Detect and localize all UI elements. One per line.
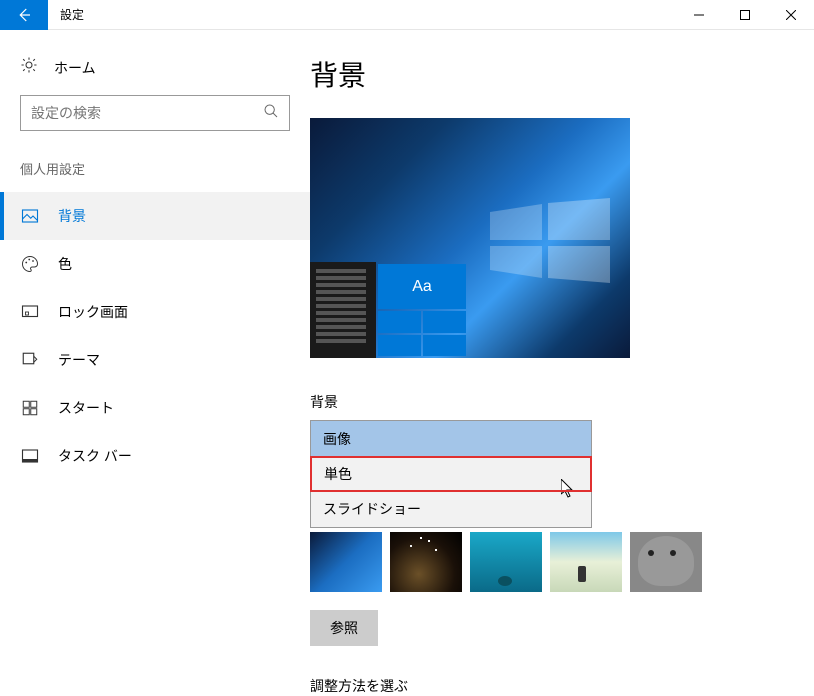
sidebar-item-label: 色 xyxy=(58,254,72,274)
fit-field-label: 調整方法を選ぶ xyxy=(310,676,774,696)
titlebar: 設定 xyxy=(0,0,814,30)
section-heading: 個人用設定 xyxy=(0,159,310,192)
gear-icon xyxy=(20,56,38,79)
home-label: ホーム xyxy=(54,58,96,78)
sidebar-item-label: タスク バー xyxy=(58,446,132,466)
preview-tile-sample: Aa xyxy=(378,264,466,309)
sidebar-item-label: ロック画面 xyxy=(58,302,128,322)
minimize-button[interactable] xyxy=(676,0,722,30)
sidebar-item-label: テーマ xyxy=(58,350,100,370)
sidebar-item-label: スタート xyxy=(58,398,114,418)
dropdown-option-picture[interactable]: 画像 xyxy=(311,421,591,457)
search-icon xyxy=(263,103,279,124)
minimize-icon xyxy=(694,10,704,20)
preview-start-menu xyxy=(310,262,376,358)
taskbar-icon xyxy=(20,447,40,465)
thumbnail-5[interactable] xyxy=(630,532,702,592)
sidebar-item-label: 背景 xyxy=(58,206,86,226)
sidebar-item-taskbar[interactable]: タスク バー xyxy=(0,432,310,480)
sidebar-item-background[interactable]: 背景 xyxy=(0,192,310,240)
page-title: 背景 xyxy=(310,54,774,94)
thumbnail-4[interactable] xyxy=(550,532,622,592)
search-box[interactable] xyxy=(20,95,290,131)
desktop-preview: Aa xyxy=(310,118,630,358)
window-title: 設定 xyxy=(48,6,84,23)
dropdown-option-slideshow[interactable]: スライドショー xyxy=(311,491,591,527)
screen-icon xyxy=(20,303,40,321)
dropdown-option-solid-color[interactable]: 単色 xyxy=(310,456,592,492)
sidebar-item-colors[interactable]: 色 xyxy=(0,240,310,288)
thumbnail-1[interactable] xyxy=(310,532,382,592)
sidebar-item-themes[interactable]: テーマ xyxy=(0,336,310,384)
home-link[interactable]: ホーム xyxy=(0,50,310,95)
thumbnail-2[interactable] xyxy=(390,532,462,592)
sidebar-item-lock-screen[interactable]: ロック画面 xyxy=(0,288,310,336)
main-panel: 背景 Aa xyxy=(310,30,814,674)
background-type-dropdown[interactable]: 画像 単色 スライドショー xyxy=(310,420,592,528)
window-controls xyxy=(676,0,814,30)
thumbnail-3[interactable] xyxy=(470,532,542,592)
close-icon xyxy=(786,10,796,20)
start-icon xyxy=(20,399,40,417)
arrow-left-icon xyxy=(15,6,33,24)
browse-button[interactable]: 参照 xyxy=(310,610,378,646)
palette-icon xyxy=(20,255,40,273)
brush-icon xyxy=(20,351,40,369)
maximize-button[interactable] xyxy=(722,0,768,30)
background-field-label: 背景 xyxy=(310,392,774,412)
recent-images xyxy=(310,532,774,592)
image-icon xyxy=(20,207,40,225)
sidebar-item-start[interactable]: スタート xyxy=(0,384,310,432)
close-button[interactable] xyxy=(768,0,814,30)
search-input[interactable] xyxy=(31,105,263,121)
windows-logo-icon xyxy=(490,198,610,283)
sidebar: ホーム 個人用設定 背景 色 ロック画面 xyxy=(0,30,310,674)
maximize-icon xyxy=(740,10,750,20)
preview-tiles: Aa xyxy=(376,262,468,358)
back-button[interactable] xyxy=(0,0,48,30)
